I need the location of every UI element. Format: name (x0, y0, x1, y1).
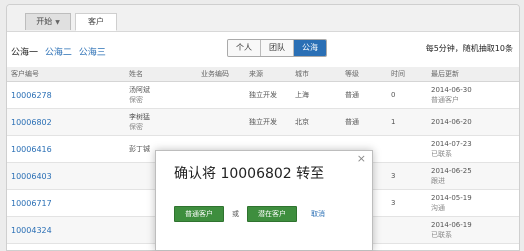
customer-update: 2014-06-19 (431, 221, 472, 229)
tab-start-label: 开始 (36, 17, 53, 26)
customer-code (197, 108, 245, 136)
col-id[interactable]: 客户编号 (7, 67, 125, 82)
tab-customer[interactable]: 客户 (75, 13, 117, 31)
normal-customer-button[interactable]: 普通客户 (174, 206, 224, 222)
or-label: 或 (232, 210, 239, 218)
customer-update: 2014-05-19 (431, 194, 472, 202)
customer-id-link[interactable]: 10004324 (11, 226, 52, 235)
customer-time: 3 (387, 162, 427, 190)
customer-level: 普通 (341, 81, 387, 109)
col-level[interactable]: 等级 (341, 67, 387, 82)
customer-update-sub: 普通客户 (431, 96, 459, 104)
pool-link-3[interactable]: 公海三 (79, 48, 106, 58)
refresh-note: 每5分钟，随机抽取10条 (425, 44, 513, 53)
customer-update: 2014-06-25 (431, 167, 472, 175)
close-icon[interactable]: × (357, 153, 366, 165)
table-row: 10006802 李树猛保密 独立开发 北京 普通 1 2014-06-20 (7, 108, 519, 136)
customer-source: 独立开发 (245, 108, 291, 136)
table-row: 10006278 汤阿斌保密 独立开发 上海 普通 0 2014-06-30 普通… (7, 81, 519, 109)
transfer-dialog: × 确认将 10006802 转至 普通客户 或 潜在客户 取消 (155, 150, 373, 251)
scope-toggle: 个人 团队 公海 (227, 39, 327, 57)
customer-name-sub: 保密 (129, 96, 143, 104)
customer-name: 汤阿斌 (129, 86, 150, 94)
dialog-title: 确认将 10006802 转至 (174, 166, 325, 182)
pool-nav: 公海一 公海二 公海三 (11, 45, 110, 58)
customer-level: 普通 (341, 108, 387, 136)
customer-id-link[interactable]: 10006416 (11, 145, 52, 154)
scope-personal[interactable]: 个人 (228, 40, 261, 56)
pool-current: 公海一 (11, 48, 39, 58)
col-source[interactable]: 来源 (245, 67, 291, 82)
customer-city: 上海 (291, 81, 341, 109)
customer-id-link[interactable]: 10006717 (11, 199, 52, 208)
customer-time: 0 (387, 81, 427, 109)
customer-update: 2014-06-20 (431, 118, 472, 126)
scope-team[interactable]: 团队 (261, 40, 294, 56)
customer-time: 1 (387, 108, 427, 136)
customer-time (387, 135, 427, 163)
customer-code (197, 81, 245, 109)
customer-update: 2014-06-30 (431, 86, 472, 94)
customer-id-link[interactable]: 10006278 (11, 91, 52, 100)
customer-name: 李树猛 (129, 113, 150, 121)
tab-start[interactable]: 开始 ▼ (25, 13, 71, 30)
dialog-actions: 普通客户 或 潜在客户 取消 (174, 206, 325, 222)
col-update[interactable]: 最后更新 (427, 67, 519, 82)
col-code[interactable]: 业务编码 (197, 67, 245, 82)
customer-update-sub: 已联系 (431, 231, 452, 239)
scope-public[interactable]: 公海 (294, 40, 326, 56)
customer-update-sub: 跟进 (431, 177, 445, 185)
customer-update-sub: 沟通 (431, 204, 445, 212)
col-time[interactable]: 时间 (387, 67, 427, 82)
potential-customer-button[interactable]: 潜在客户 (247, 206, 297, 222)
chevron-down-icon: ▼ (55, 19, 60, 26)
customer-update-sub: 已联系 (431, 150, 452, 158)
customer-name-sub: 保密 (129, 123, 143, 131)
customer-id-link[interactable]: 10006403 (11, 172, 52, 181)
customer-id-link[interactable]: 10006802 (11, 118, 52, 127)
tab-bar: 开始 ▼ 客户 (7, 5, 519, 32)
customer-city: 北京 (291, 108, 341, 136)
pool-link-2[interactable]: 公海二 (45, 48, 72, 58)
col-name[interactable]: 姓名 (125, 67, 197, 82)
customer-source: 独立开发 (245, 81, 291, 109)
customer-update: 2014-07-23 (431, 140, 472, 148)
col-city[interactable]: 城市 (291, 67, 341, 82)
cancel-link[interactable]: 取消 (311, 209, 325, 219)
table-header-row: 客户编号 姓名 业务编码 来源 城市 等级 时间 最后更新 (7, 67, 519, 82)
customer-time: 3 (387, 189, 427, 217)
customer-time (387, 216, 427, 244)
